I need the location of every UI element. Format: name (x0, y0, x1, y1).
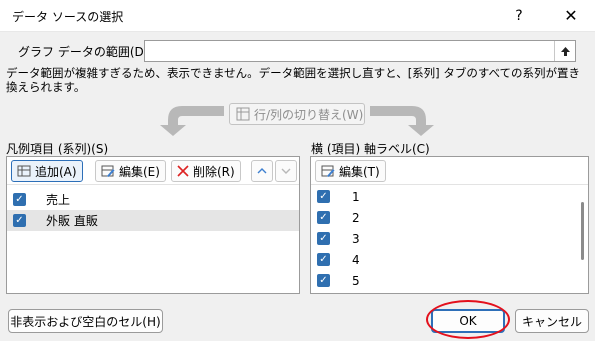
axis-toolbar: 編集(T) (311, 157, 588, 185)
axis-labels-panel: 編集(T) ✓ 1 ✓ 2 ✓ 3 ✓ 4 ✓ 5 (310, 156, 589, 294)
axis-label-row[interactable]: ✓ 5 (311, 270, 360, 291)
chevron-down-icon (281, 168, 291, 174)
add-series-button[interactable]: 追加(A) (11, 160, 83, 182)
move-down-button[interactable] (275, 160, 297, 182)
axis-label-checkbox[interactable]: ✓ (317, 253, 330, 266)
curved-arrow-right-icon (370, 106, 434, 136)
edit-table-icon (101, 165, 115, 177)
ok-label: OK (459, 314, 477, 328)
series-row[interactable]: ✓ 売上 (7, 189, 299, 210)
close-icon[interactable]: ✕ (558, 3, 584, 29)
axis-label-checkbox[interactable]: ✓ (317, 211, 330, 224)
axis-label-value: 5 (352, 273, 360, 288)
hidden-empty-cells-button[interactable]: 非表示および空白のセル(H) (8, 309, 163, 333)
add-series-label: 追加(A) (35, 164, 77, 179)
range-collapse-button[interactable] (554, 41, 575, 61)
add-table-icon (17, 165, 31, 177)
edit-table-icon (321, 165, 335, 177)
dialog-title: データ ソースの選択 (12, 10, 124, 24)
complex-range-warning: データ範囲が複雑すぎるため、表示できません。データ範囲を選択し直すと、[系列] … (6, 66, 581, 94)
axis-label-checkbox[interactable]: ✓ (317, 190, 330, 203)
legend-entries-panel: 追加(A) 編集(E) 削除(R) ✓ 売上 ✓ 外販 直販 (6, 156, 300, 294)
collapse-up-icon (560, 46, 570, 56)
legend-entries-label: 凡例項目 (系列)(S) (6, 142, 109, 156)
axis-label-value: 1 (352, 189, 360, 204)
move-up-button[interactable] (251, 160, 273, 182)
axis-label-row[interactable]: ✓ 3 (311, 228, 360, 249)
title-bar: データ ソースの選択 ? ✕ (0, 0, 595, 32)
axis-label-row[interactable]: ✓ 2 (311, 207, 360, 228)
axis-label-checkbox[interactable]: ✓ (317, 274, 330, 287)
series-checkbox[interactable]: ✓ (13, 193, 26, 206)
axis-list-scrollbar[interactable] (581, 202, 584, 260)
curved-arrow-left-icon (160, 106, 224, 136)
data-range-label: グラフ データの範囲(D): (18, 45, 153, 59)
series-name: 売上 (46, 193, 71, 207)
switch-row-column-button[interactable]: 行/列の切り替え(W) (229, 103, 365, 125)
axis-label-row[interactable]: ✓ 4 (311, 249, 360, 270)
axis-labels-label: 横 (項目) 軸ラベル(C) (311, 142, 430, 156)
axis-label-checkbox[interactable]: ✓ (317, 232, 330, 245)
cancel-button[interactable]: キャンセル (515, 309, 589, 333)
switch-row-column-icon (236, 107, 250, 121)
edit-axis-labels-button[interactable]: 編集(T) (315, 160, 386, 182)
switch-row-column-label: 行/列の切り替え(W) (254, 107, 364, 122)
axis-label-value: 4 (352, 252, 360, 267)
legend-toolbar: 追加(A) 編集(E) 削除(R) (7, 157, 299, 185)
axis-label-value: 2 (352, 210, 360, 225)
ok-button[interactable]: OK (431, 309, 505, 333)
edit-axis-labels-label: 編集(T) (339, 164, 380, 179)
cancel-label: キャンセル (521, 314, 582, 329)
series-name: 外販 直販 (46, 214, 98, 228)
delete-series-label: 削除(R) (193, 164, 235, 179)
series-checkbox[interactable]: ✓ (13, 214, 26, 227)
edit-series-button[interactable]: 編集(E) (95, 160, 166, 182)
axis-label-value: 3 (352, 231, 360, 246)
data-range-input[interactable] (144, 40, 576, 62)
help-icon[interactable]: ? (506, 3, 532, 29)
delete-x-icon (177, 165, 189, 177)
hidden-empty-cells-label: 非表示および空白のセル(H) (10, 314, 161, 329)
axis-label-row[interactable]: ✓ 1 (311, 186, 360, 207)
delete-series-button[interactable]: 削除(R) (171, 160, 241, 182)
series-row[interactable]: ✓ 外販 直販 (7, 210, 299, 231)
chevron-up-icon (257, 168, 267, 174)
edit-series-label: 編集(E) (119, 164, 160, 179)
